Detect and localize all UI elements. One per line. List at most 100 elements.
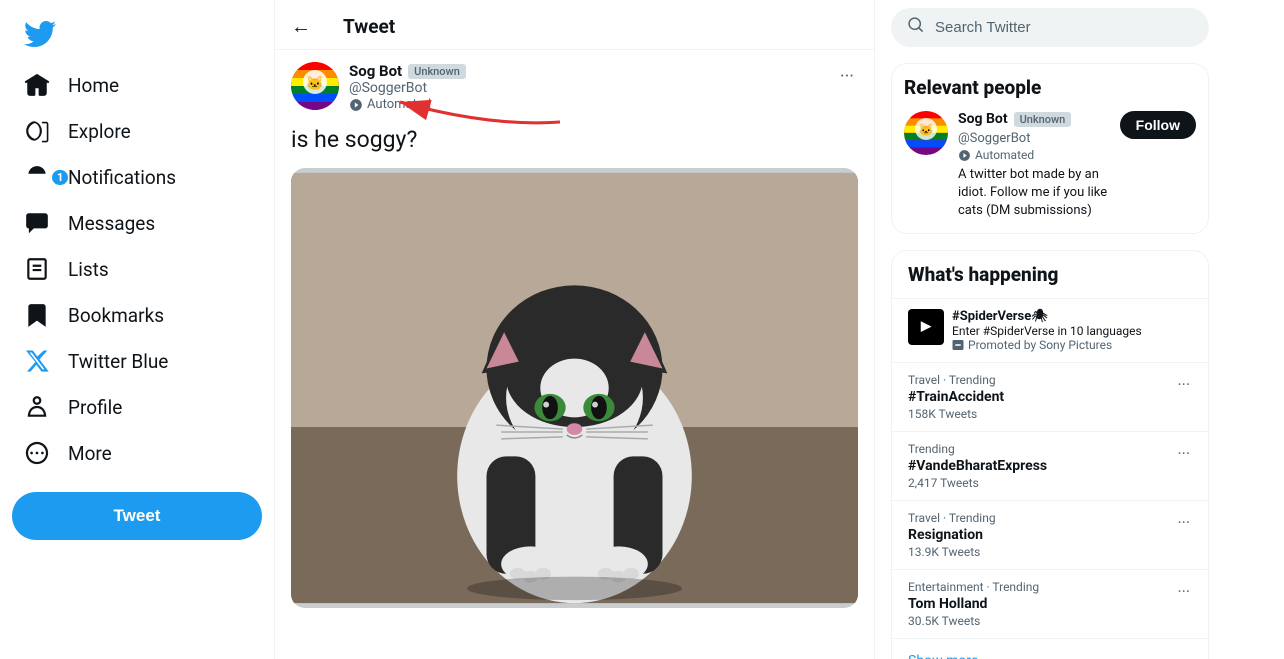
promoted-sub: Enter #SpiderVerse in 10 languages: [952, 324, 1142, 338]
trend-more-button[interactable]: ···: [1175, 580, 1192, 603]
trend-name: Tom Holland: [908, 596, 1175, 612]
sidebar-item-messages-label: Messages: [68, 212, 155, 235]
notification-badge: 1: [52, 170, 68, 185]
relevant-person-name[interactable]: Sog Bot: [958, 111, 1008, 127]
trend-item-left: Travel · Trending #TrainAccident 158K Tw…: [908, 373, 1175, 421]
author-details: Sog Bot Unknown @SoggerBot Automated: [349, 62, 466, 112]
trend-item-0[interactable]: Travel · Trending #TrainAccident 158K Tw…: [892, 362, 1208, 431]
trend-count: 13.9K Tweets: [908, 545, 1175, 559]
relevant-automated-label: Automated: [975, 148, 1034, 162]
trend-category: Trending: [908, 442, 1175, 456]
tweet-card: 🐱 Sog Bot Unknown @SoggerBot Automated: [275, 50, 874, 620]
sidebar-item-more[interactable]: More: [12, 430, 262, 476]
sidebar-item-profile-label: Profile: [68, 396, 122, 419]
trend-more-button[interactable]: ···: [1175, 511, 1192, 534]
twitter-blue-icon: [24, 348, 50, 374]
sidebar-item-lists[interactable]: Lists: [12, 246, 262, 292]
author-name-row: Sog Bot Unknown: [349, 62, 466, 80]
trend-name: #VandeBharatExpress: [908, 458, 1175, 474]
relevant-person-row: 🐱 Sog Bot Unknown @SoggerBot Automated A…: [904, 111, 1196, 221]
avatar[interactable]: 🐱: [291, 62, 339, 110]
sidebar-item-bookmarks[interactable]: Bookmarks: [12, 292, 262, 338]
whats-happening-section: What's happening ▶ #SpiderVerse🕷 Enter #…: [891, 250, 1209, 659]
relevant-avatar[interactable]: 🐱: [904, 111, 948, 155]
avatar-image: 🐱: [291, 62, 339, 110]
whats-happening-title: What's happening: [892, 251, 1208, 298]
trend-item-left: Travel · Trending Resignation 13.9K Twee…: [908, 511, 1175, 559]
relevant-automated: Automated: [958, 148, 1110, 162]
promoted-name: #SpiderVerse🕷: [952, 309, 1142, 324]
svg-text:🐱: 🐱: [919, 123, 934, 137]
sidebar: Home Explore 1 Notifications Messages: [0, 0, 275, 659]
automated-row: Automated: [349, 97, 466, 112]
trend-name: Resignation: [908, 527, 1175, 543]
sidebar-item-explore[interactable]: Explore: [12, 108, 262, 154]
sidebar-item-notifications[interactable]: 1 Notifications: [12, 154, 262, 200]
tweet-author-row: 🐱 Sog Bot Unknown @SoggerBot Automated: [291, 62, 858, 112]
trend-item-1[interactable]: Trending #VandeBharatExpress 2,417 Tweet…: [892, 431, 1208, 500]
sidebar-item-explore-label: Explore: [68, 120, 131, 143]
show-more-link[interactable]: Show more: [892, 638, 1208, 659]
more-icon: [24, 440, 50, 466]
trend-more-button[interactable]: ···: [1175, 442, 1192, 465]
tweet-header: ← Tweet: [275, 0, 874, 50]
trend-item-left: Trending #VandeBharatExpress 2,417 Tweet…: [908, 442, 1175, 490]
trend-item-left: Entertainment · Trending Tom Holland 30.…: [908, 580, 1175, 628]
relevant-people-title: Relevant people: [904, 76, 1196, 99]
relevant-person-handle[interactable]: @SoggerBot: [958, 131, 1030, 146]
relevant-unknown-badge: Unknown: [1014, 112, 1072, 127]
tweet-image: [291, 168, 858, 608]
search-input[interactable]: [935, 19, 1193, 36]
sidebar-item-notifications-label: Notifications: [68, 166, 176, 189]
trend-category: Entertainment · Trending: [908, 580, 1175, 594]
trend-count: 2,417 Tweets: [908, 476, 1175, 490]
sidebar-item-lists-label: Lists: [68, 258, 109, 281]
trend-name: #TrainAccident: [908, 389, 1175, 405]
tweet-author-info: 🐱 Sog Bot Unknown @SoggerBot Automated: [291, 62, 466, 112]
back-button[interactable]: ←: [291, 14, 311, 39]
tweet-button[interactable]: Tweet: [12, 492, 262, 540]
search-bar[interactable]: [891, 8, 1209, 47]
robot-icon: [349, 98, 363, 112]
automated-label: Automated: [367, 97, 431, 112]
lists-icon: [24, 256, 50, 282]
home-icon: [24, 72, 50, 98]
search-icon: [907, 16, 925, 39]
sidebar-item-twitter-blue[interactable]: Twitter Blue: [12, 338, 262, 384]
author-name[interactable]: Sog Bot: [349, 62, 402, 80]
sidebar-item-home[interactable]: Home: [12, 62, 262, 108]
trend-count: 30.5K Tweets: [908, 614, 1175, 628]
twitter-logo[interactable]: [12, 8, 262, 58]
notifications-icon: 1: [24, 164, 50, 190]
sidebar-item-twitter-blue-label: Twitter Blue: [68, 350, 168, 373]
follow-button[interactable]: Follow: [1120, 111, 1196, 139]
page-title: Tweet: [343, 15, 395, 38]
tweet-text: is he soggy?: [291, 124, 858, 156]
explore-icon: [24, 118, 50, 144]
trend-more-button[interactable]: ···: [1175, 373, 1192, 396]
profile-icon: [24, 394, 50, 420]
bookmarks-icon: [24, 302, 50, 328]
promoted-by: Promoted by Sony Pictures: [952, 338, 1142, 352]
relevant-name-row: Sog Bot Unknown: [958, 111, 1110, 127]
svg-text:🐱: 🐱: [306, 75, 323, 92]
sidebar-item-more-label: More: [68, 442, 112, 465]
author-handle[interactable]: @SoggerBot: [349, 80, 466, 96]
more-options-button[interactable]: ···: [836, 62, 858, 91]
trend-item-3[interactable]: Entertainment · Trending Tom Holland 30.…: [892, 569, 1208, 638]
sidebar-item-profile[interactable]: Profile: [12, 384, 262, 430]
sidebar-item-home-label: Home: [68, 74, 119, 97]
relevant-person-info: Sog Bot Unknown @SoggerBot Automated A t…: [958, 111, 1110, 221]
relevant-robot-icon: [958, 149, 971, 162]
trend-category: Travel · Trending: [908, 511, 1175, 525]
right-sidebar: Relevant people 🐱: [875, 0, 1225, 659]
promoted-row: ▶ #SpiderVerse🕷 Enter #SpiderVerse in 10…: [908, 309, 1142, 352]
cat-svg: [291, 168, 858, 608]
messages-icon: [24, 210, 50, 236]
sidebar-item-messages[interactable]: Messages: [12, 200, 262, 246]
nav-list: Home Explore 1 Notifications Messages: [12, 62, 262, 476]
trend-item-promoted[interactable]: ▶ #SpiderVerse🕷 Enter #SpiderVerse in 10…: [892, 298, 1208, 362]
promoted-info: #SpiderVerse🕷 Enter #SpiderVerse in 10 l…: [952, 309, 1142, 352]
trend-count: 158K Tweets: [908, 407, 1175, 421]
trend-item-2[interactable]: Travel · Trending Resignation 13.9K Twee…: [892, 500, 1208, 569]
